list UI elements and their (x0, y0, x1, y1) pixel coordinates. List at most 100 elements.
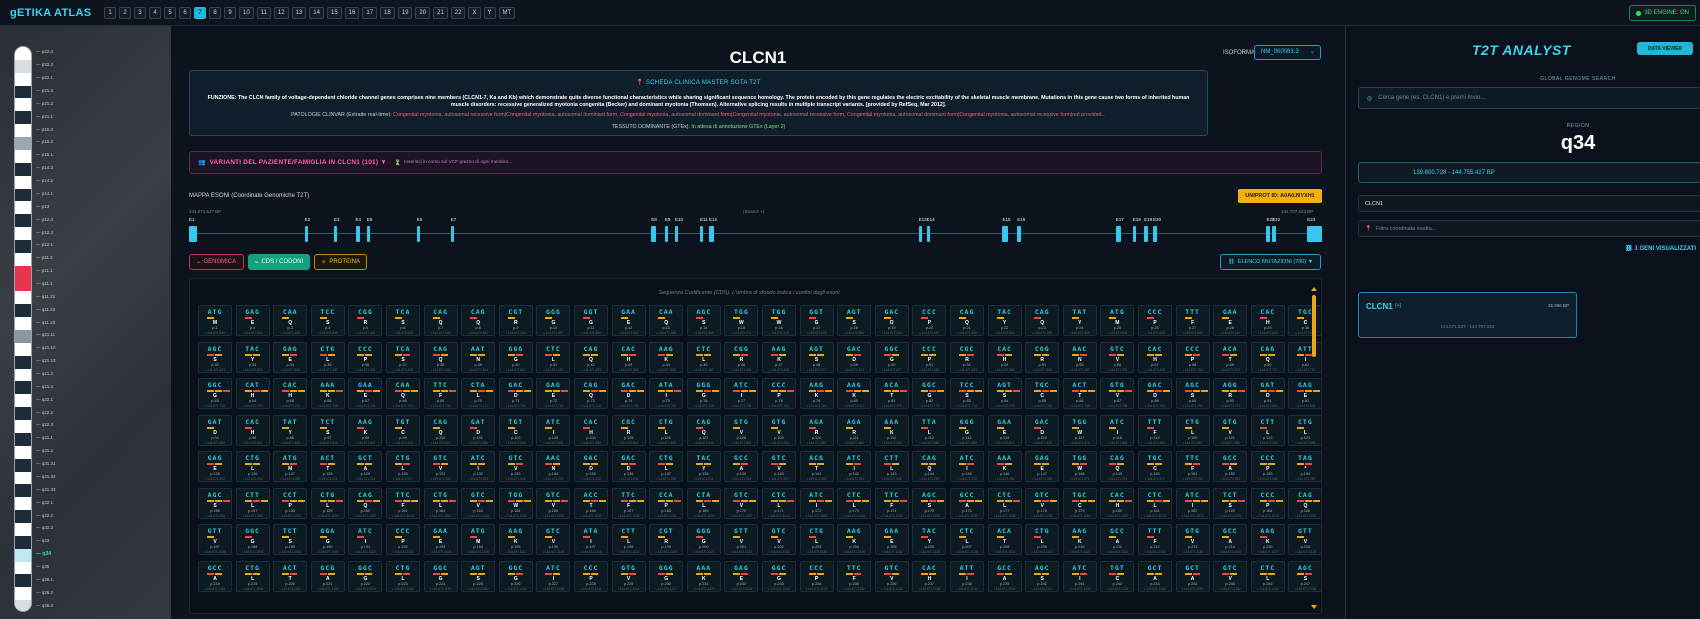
codon-cell[interactable]: CTC Lp.207 ▪ 144.671.1148 (950, 524, 984, 555)
codon-cell[interactable]: GTG Vp.109 ▪ 144.671.854 (762, 414, 796, 446)
codon-cell[interactable]: CGG Rp.46 ▪ 144.671.665 (724, 341, 759, 373)
chromosome-button-x[interactable]: X (468, 6, 481, 19)
codon-cell[interactable]: GCC Ap.176 ▪ 144.671.1055 (950, 487, 984, 519)
chromosome-button-19[interactable]: 19 (397, 6, 413, 19)
codon-cell[interactable]: GAT Dp.91 ▪ 144.671.800 (1250, 378, 1285, 409)
ideogram-band[interactable] (15, 535, 31, 550)
ideogram-band[interactable] (15, 111, 31, 125)
codon-cell[interactable]: ATC Ip.132 ▪ 144.671.923 (461, 451, 496, 482)
codon-cell[interactable]: AAA Kp.66 ▪ 144.671.725 (310, 378, 345, 409)
codon-cell[interactable]: ATG Mp.127 ▪ 144.671.908 (273, 451, 308, 482)
ideogram-band[interactable] (15, 548, 31, 563)
codon-cell[interactable]: GCT Ap.129 ▪ 144.671.914 (348, 451, 383, 482)
codon-cell[interactable]: GTC Vp.165 ▪ 144.671.1022 (536, 487, 571, 519)
codon-cell[interactable]: AAG Kp.210 ▪ 144.671.1157 (1062, 524, 1097, 555)
codon-cell[interactable]: AGC Sp.156 ▪ 144.671.995 (198, 487, 232, 519)
codon-cell[interactable]: GAA Ep.205 ▪ 144.671.1142 (874, 524, 909, 555)
search-input[interactable]: ◎ Cerca gene (es. CLCN1) e premi Invio..… (1358, 87, 1700, 109)
codon-cell[interactable]: TTT Fp.27 ▪ 144.671.608 (1175, 305, 1210, 336)
chromosome-button-mt[interactable]: MT (498, 6, 516, 19)
scroll-thumb[interactable] (1312, 295, 1316, 357)
codon-cell[interactable]: CCA Pp.168 ▪ 144.671.1031 (649, 487, 684, 519)
codon-cell[interactable]: ATC Ip.182 ▪ 144.671.1073 (1175, 487, 1210, 519)
codon-cell[interactable]: AGC Sp.247 ▪ 144.671.1268 (1288, 560, 1321, 592)
chromosome-button-16[interactable]: 16 (344, 6, 360, 19)
codon-cell[interactable]: GTT Vp.216 ▪ 144.671.1175 (1288, 524, 1321, 555)
codon-cell[interactable]: CAG Qp.149 ▪ 144.671.974 (1100, 451, 1135, 482)
ideogram-band[interactable] (15, 188, 31, 202)
codon-cell[interactable]: CTG Lp.106 ▪ 144.671.845 (649, 414, 684, 446)
ideogram-band[interactable] (15, 587, 31, 601)
codon-cell[interactable]: ATC Ip.145 ▪ 144.671.962 (950, 451, 984, 482)
codon-cell[interactable]: GGC Gp.233 ▪ 144.671.1226 (762, 560, 796, 592)
chromosome-button-12[interactable]: 12 (273, 6, 289, 19)
codon-cell[interactable]: TAC Yp.33 ▪ 144.671.626 (235, 341, 270, 373)
codon-cell[interactable]: AAC Np.134 ▪ 144.671.929 (536, 451, 571, 482)
codon-cell[interactable]: AGT Sp.225 ▪ 144.671.1202 (461, 560, 496, 592)
codon-cell[interactable]: GTT Vp.187 ▪ 144.671.1088 (198, 524, 232, 555)
codon-cell[interactable]: GGC Gp.224 ▪ 144.671.1199 (423, 560, 458, 592)
ideogram-band[interactable] (15, 265, 31, 280)
codon-cell[interactable]: GAG Ep.232 ▪ 144.671.1223 (724, 560, 759, 592)
ideogram-band[interactable] (15, 368, 31, 382)
chromosome-button-15[interactable]: 15 (326, 6, 342, 19)
codon-cell[interactable]: CTG Lp.123 ▪ 144.671.896 (1288, 414, 1321, 446)
codon-cell[interactable]: CAG Qp.73 ▪ 144.671.746 (574, 378, 608, 409)
codon-cell[interactable]: CCC Pp.78 ▪ 144.671.761 (762, 378, 796, 409)
codon-cell[interactable]: GTG Vp.108 ▪ 144.671.851 (724, 414, 759, 446)
codon-cell[interactable]: TGG Wp.117 ▪ 144.671.878 (1062, 414, 1097, 446)
codon-cell[interactable]: ATT Ip.61 ▪ 144.671.710 (1288, 341, 1321, 373)
codon-cell[interactable]: GGA Gp.190 ▪ 144.671.1097 (310, 524, 345, 555)
codon-cell[interactable]: GAG Ep.34 ▪ 144.671.629 (273, 341, 308, 373)
isoform-select[interactable]: NM_000083.3 ⌄ (1254, 45, 1321, 60)
codon-cell[interactable]: CAC Hp.29 ▪ 144.671.614 (1250, 305, 1285, 336)
ideogram-band[interactable] (15, 278, 31, 292)
codon-cell[interactable]: CTG Lp.203 ▪ 144.671.1136 (799, 524, 834, 555)
codon-cell[interactable]: ATG Mp.1 ▪ 144.671.530 (198, 305, 232, 336)
codon-cell[interactable]: GAA Ep.28 ▪ 144.671.611 (1213, 305, 1248, 336)
codon-cell[interactable]: ATG Mp.194 ▪ 144.671.1109 (461, 524, 496, 555)
codon-cell[interactable]: AGC Sp.89 ▪ 144.671.794 (1175, 378, 1210, 409)
codon-cell[interactable]: ATC Ip.77 ▪ 144.671.758 (724, 378, 759, 409)
codon-cell[interactable]: GAG Ep.72 ▪ 144.671.743 (536, 378, 571, 409)
chromosome-button-6[interactable]: 6 (179, 6, 191, 19)
codon-cell[interactable]: GAC Dp.74 ▪ 144.671.749 (611, 378, 646, 409)
codon-cell[interactable]: GAC Dp.19 ▪ 144.671.584 (874, 305, 909, 336)
codon-cell[interactable]: TCA Sp.6 ▪ 144.671.545 (386, 305, 420, 336)
codon-cell[interactable]: GAA Ep.67 ▪ 144.671.728 (348, 378, 383, 409)
mutations-list-button[interactable]: ⛓ ELENCO MUTAZIONI (780) ▼ (1220, 254, 1321, 270)
codon-cell[interactable]: GAC Dp.49 ▪ 144.671.674 (837, 341, 872, 373)
ideogram-band[interactable] (15, 355, 31, 370)
codon-cell[interactable]: GTT Vp.201 ▪ 144.671.1130 (724, 524, 759, 555)
codon-cell[interactable]: CTG Lp.130 ▪ 144.671.917 (386, 451, 420, 482)
codon-cell[interactable]: CAT Hp.64 ▪ 144.671.719 (235, 378, 270, 409)
chromosome-button-9[interactable]: 9 (224, 6, 236, 19)
exon-block[interactable] (450, 226, 455, 242)
codon-cell[interactable]: CTC Lp.41 ▪ 144.671.650 (536, 341, 571, 373)
ideogram-band[interactable] (15, 98, 31, 112)
ideogram-band[interactable] (15, 214, 31, 228)
codon-cell[interactable]: CAG Qp.160 ▪ 144.671.1007 (348, 487, 383, 519)
exon-block[interactable] (1017, 226, 1021, 242)
codon-cell[interactable]: TTT Fp.212 ▪ 144.671.1163 (1138, 524, 1172, 555)
exon-block[interactable] (304, 226, 308, 242)
codon-cell[interactable]: CTG Lp.219 ▪ 144.671.1184 (235, 560, 270, 592)
codon-cell[interactable]: CAC Hp.57 ▪ 144.671.698 (1138, 341, 1172, 373)
codon-cell[interactable]: CTG Lp.223 ▪ 144.671.1196 (386, 560, 420, 592)
codon-cell[interactable]: CCC Pp.228 ▪ 144.671.1211 (574, 560, 608, 592)
exon-block[interactable] (189, 226, 197, 242)
codon-cell[interactable]: TAC Yp.22 ▪ 144.671.593 (987, 305, 1022, 336)
chromosome-button-4[interactable]: 4 (149, 6, 161, 19)
ideogram-band[interactable] (15, 72, 31, 87)
codon-cell[interactable]: CCC Pp.184 ▪ 144.671.1079 (1250, 487, 1285, 519)
codon-cell[interactable]: AAG Kp.195 ▪ 144.671.1112 (498, 524, 533, 555)
codon-cell[interactable]: ATA Ip.197 ▪ 144.671.1118 (574, 524, 608, 555)
exon-block[interactable] (664, 226, 669, 242)
codon-cell[interactable]: CGC Rp.52 ▪ 144.671.683 (950, 341, 984, 373)
exon-block[interactable] (1266, 226, 1270, 242)
exon-block[interactable] (416, 226, 421, 242)
chromosome-button-1[interactable]: 1 (104, 6, 116, 19)
codon-cell[interactable]: CTG Lp.162 ▪ 144.671.1013 (423, 487, 458, 519)
codon-cell[interactable]: CAC Hp.237 ▪ 144.671.1238 (912, 560, 947, 592)
codon-cell[interactable]: TGT Cp.102 ▪ 144.671.833 (498, 414, 533, 446)
